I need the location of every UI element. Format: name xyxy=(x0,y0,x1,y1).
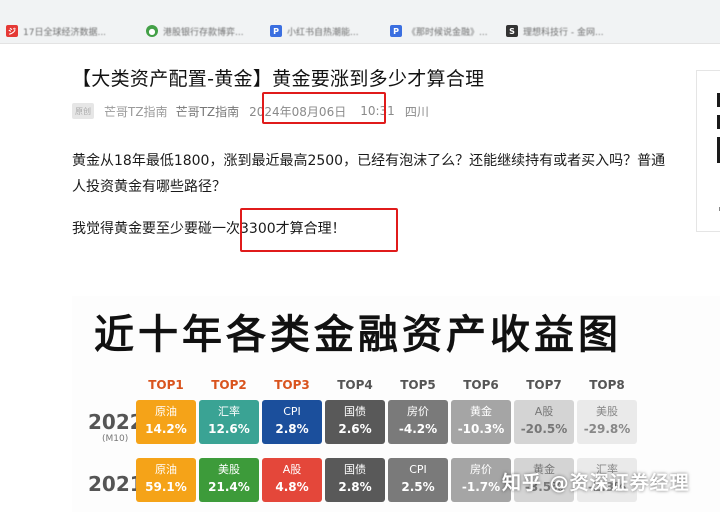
doc-icon: P xyxy=(270,25,282,37)
dark-logo-icon: S xyxy=(506,25,518,37)
red-logo-icon: ジ xyxy=(6,25,18,37)
doc-icon: P xyxy=(390,25,402,37)
rank-label: TOP8 xyxy=(589,378,625,392)
rank-label: TOP3 xyxy=(274,378,310,392)
bookmark-item[interactable]: P 《那时候说金融》... xyxy=(390,22,498,40)
author-name-faint[interactable]: 芒哥TZ指南 xyxy=(104,103,168,120)
author-name[interactable]: 芒哥TZ指南 xyxy=(176,103,240,120)
asset-cell: 原油 14.2% xyxy=(136,400,196,444)
asset-cell: 国债 2.8% xyxy=(325,458,385,502)
bookmark-item[interactable]: ジ 17日全球经济数据... xyxy=(6,22,134,40)
year-sublabel: (M10) xyxy=(102,434,129,444)
article-paragraph-1: 黄金从18年最低1800，涨到最近最高2500，已经有泡沫了么？还能继续持有或者… xyxy=(72,153,666,195)
avatar[interactable]: 原创 xyxy=(72,103,94,119)
asset-cell: 美股 -29.8% xyxy=(577,400,637,444)
bookmark-item[interactable]: P 小红书自热潮能... xyxy=(270,22,388,40)
asset-cell: CPI 2.8% xyxy=(262,400,322,444)
asset-cell: 黄金 -10.3% xyxy=(451,400,511,444)
asset-cell: 原油 59.1% xyxy=(136,458,196,502)
article-title: 【大类资产配置-黄金】黄金要涨到多少才算合理 xyxy=(72,68,485,90)
infographic-title: 近十年各类金融资产收益图 xyxy=(94,312,622,358)
rank-label: TOP7 xyxy=(526,378,562,392)
zhihu-watermark: 知乎 @资深证券经理 xyxy=(502,472,690,494)
asset-cell: 国债 2.6% xyxy=(325,400,385,444)
asset-cell: 房价 -4.2% xyxy=(388,400,448,444)
price-highlight-box xyxy=(240,208,398,252)
date-highlight-box xyxy=(262,92,386,124)
asset-return-infographic: 近十年各类金融资产收益图 TOP1 TOP2 TOP3 TOP4 TOP5 TO… xyxy=(72,296,720,512)
rank-label: TOP1 xyxy=(148,378,184,392)
rank-header: TOP1 TOP2 TOP3 TOP4 TOP5 TOP6 TOP7 TOP8 xyxy=(72,378,720,392)
asset-cell: A股 -20.5% xyxy=(514,400,574,444)
bookmark-item[interactable]: S 理想科技行 - 金网... xyxy=(506,22,624,40)
asset-cell: 汇率 12.6% xyxy=(199,400,259,444)
sidebar-card[interactable] xyxy=(696,70,720,232)
rank-label: TOP2 xyxy=(211,378,247,392)
asset-cell: A股 4.8% xyxy=(262,458,322,502)
rank-label: TOP5 xyxy=(400,378,436,392)
asset-cell: CPI 2.5% xyxy=(388,458,448,502)
rank-label: TOP4 xyxy=(337,378,373,392)
publish-location: 四川 xyxy=(404,104,429,119)
rank-label: TOP6 xyxy=(463,378,499,392)
wechat-icon: ● xyxy=(146,25,158,37)
bookmarks-bar: ジ 17日全球经济数据... ● 港股银行存款博弈... P 小红书自热潮能..… xyxy=(0,0,720,44)
asset-cell: 美股 21.4% xyxy=(199,458,259,502)
bookmark-item[interactable]: ● 港股银行存款博弈... xyxy=(146,22,264,40)
